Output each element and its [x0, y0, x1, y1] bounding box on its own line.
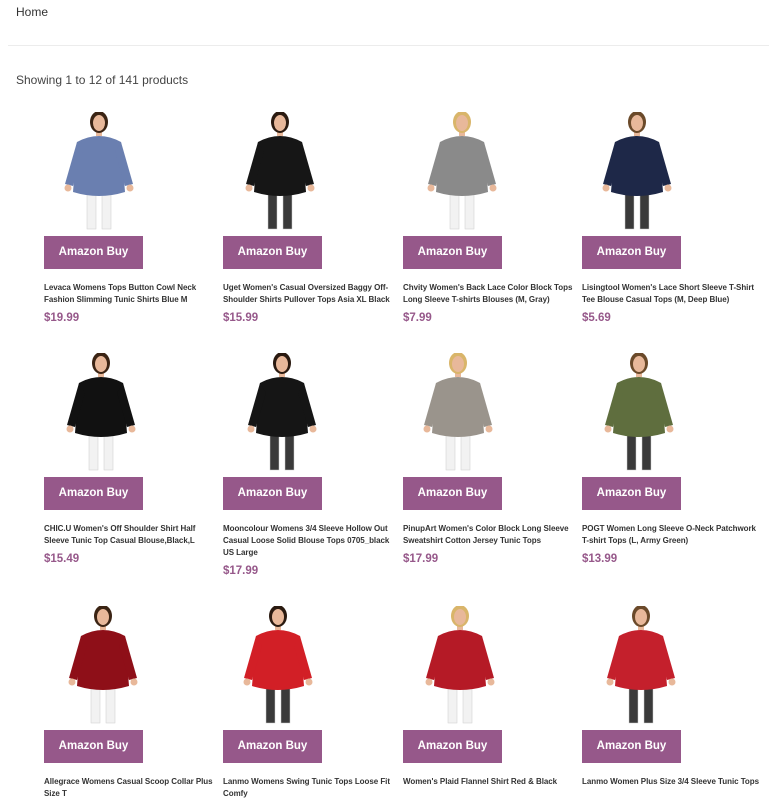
product-title[interactable]: Levaca Womens Tops Button Cowl Neck Fash…: [44, 282, 222, 306]
product-card[interactable]: Amazon Buy Levaca Womens Tops Button Cowl…: [44, 112, 219, 324]
product-card[interactable]: Amazon Buy Lanmo Womens Swing Tunic Tops …: [223, 606, 398, 798]
amazon-buy-button[interactable]: Amazon Buy: [403, 730, 502, 763]
product-price: $5.69: [582, 312, 611, 324]
product-image[interactable]: [403, 112, 578, 234]
amazon-buy-button[interactable]: Amazon Buy: [44, 477, 143, 510]
amazon-buy-button[interactable]: Amazon Buy: [403, 477, 502, 510]
product-price: $15.49: [44, 553, 80, 565]
product-image[interactable]: [223, 353, 398, 475]
amazon-buy-button[interactable]: Amazon Buy: [44, 236, 143, 269]
product-title[interactable]: Chvity Women's Back Lace Color Block Top…: [403, 282, 581, 306]
product-price: $15.99: [223, 312, 259, 324]
product-price: $7.99: [403, 312, 432, 324]
product-card[interactable]: Amazon Buy CHIC.U Women's Off Shoulder Sh…: [44, 353, 219, 565]
product-image[interactable]: [582, 112, 757, 234]
product-title[interactable]: Lisingtool Women's Lace Short Sleeve T-S…: [582, 282, 760, 306]
product-card[interactable]: Amazon Buy Lisingtool Women's Lace Short …: [582, 112, 757, 324]
amazon-buy-button[interactable]: Amazon Buy: [582, 730, 681, 763]
product-price: $13.99: [582, 553, 618, 565]
product-image[interactable]: [403, 606, 578, 728]
product-price: $17.99: [223, 565, 259, 577]
product-card[interactable]: Amazon Buy POGT Women Long Sleeve O-Neck …: [582, 353, 757, 565]
product-title[interactable]: CHIC.U Women's Off Shoulder Shirt Half S…: [44, 523, 222, 547]
product-image[interactable]: [582, 353, 757, 475]
product-image[interactable]: [223, 112, 398, 234]
product-title[interactable]: POGT Women Long Sleeve O-Neck Patchwork …: [582, 523, 760, 547]
amazon-buy-button[interactable]: Amazon Buy: [223, 236, 322, 269]
product-title[interactable]: Mooncolour Womens 3/4 Sleeve Hollow Out …: [223, 523, 401, 559]
amazon-buy-button[interactable]: Amazon Buy: [223, 730, 322, 763]
amazon-buy-button[interactable]: Amazon Buy: [223, 477, 322, 510]
product-image[interactable]: [44, 353, 219, 475]
product-card[interactable]: Amazon Buy PinupArt Women's Color Block L…: [403, 353, 578, 565]
product-title[interactable]: PinupArt Women's Color Block Long Sleeve…: [403, 523, 581, 547]
product-card[interactable]: Amazon Buy Women's Plaid Flannel Shirt Re…: [403, 606, 578, 786]
product-title[interactable]: Allegrace Womens Casual Scoop Collar Plu…: [44, 776, 222, 800]
product-image[interactable]: [223, 606, 398, 728]
product-card[interactable]: Amazon Buy Allegrace Womens Casual Scoop …: [44, 606, 219, 798]
amazon-buy-button[interactable]: Amazon Buy: [582, 477, 681, 510]
product-title[interactable]: Lanmo Womens Swing Tunic Tops Loose Fit …: [223, 776, 401, 800]
product-card[interactable]: Amazon Buy Chvity Women's Back Lace Color…: [403, 112, 578, 324]
product-title[interactable]: Lanmo Women Plus Size 3/4 Sleeve Tunic T…: [582, 776, 760, 788]
amazon-buy-button[interactable]: Amazon Buy: [403, 236, 502, 269]
product-grid: Amazon Buy Levaca Womens Tops Button Cowl…: [0, 0, 777, 798]
product-image[interactable]: [44, 112, 219, 234]
product-image[interactable]: [44, 606, 219, 728]
amazon-buy-button[interactable]: Amazon Buy: [44, 730, 143, 763]
product-price: $19.99: [44, 312, 80, 324]
product-title[interactable]: Uget Women's Casual Oversized Baggy Off-…: [223, 282, 401, 306]
product-image[interactable]: [403, 353, 578, 475]
product-title[interactable]: Women's Plaid Flannel Shirt Red & Black: [403, 776, 581, 788]
product-card[interactable]: Amazon Buy Uget Women's Casual Oversized …: [223, 112, 398, 324]
product-price: $17.99: [403, 553, 439, 565]
product-card[interactable]: Amazon Buy Mooncolour Womens 3/4 Sleeve H…: [223, 353, 398, 577]
product-image[interactable]: [582, 606, 757, 728]
product-card[interactable]: Amazon Buy Lanmo Women Plus Size 3/4 Slee…: [582, 606, 759, 786]
amazon-buy-button[interactable]: Amazon Buy: [582, 236, 681, 269]
